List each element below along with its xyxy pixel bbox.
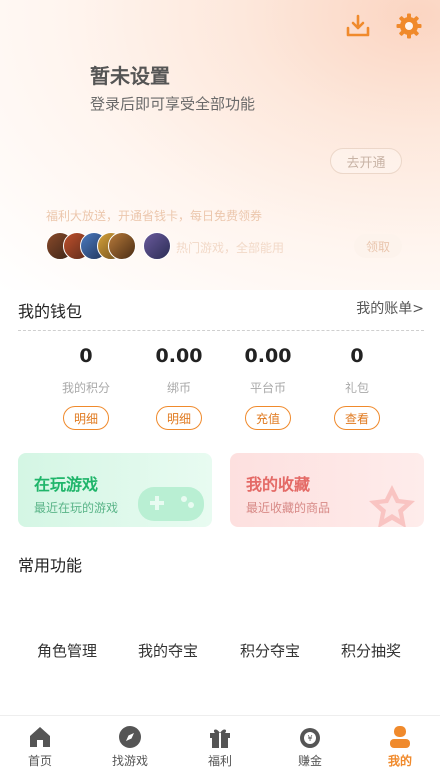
card-title: 在玩游戏 [34, 475, 99, 494]
stat-label: 礼包 [344, 381, 369, 395]
stat-label: 平台币 [249, 381, 286, 395]
svg-text:¥: ¥ [307, 734, 312, 743]
tab-home[interactable]: 首页 [10, 724, 70, 769]
points-treasure-link[interactable]: 积分夺宝 [240, 640, 300, 661]
star-icon [369, 485, 415, 527]
stat-value: 0 [79, 345, 93, 367]
bound-coins-detail-button[interactable]: 明细 [156, 406, 202, 430]
profile-header: 暂未设置 登录后即可享受全部功能 去开通 福利大放送，开通省钱卡，每日免费领券 … [0, 0, 440, 290]
points-lottery-link[interactable]: 积分抽奖 [341, 640, 401, 661]
tab-label: 福利 [207, 754, 232, 768]
gear-icon[interactable] [395, 12, 423, 40]
profile-subtitle: 登录后即可享受全部功能 [90, 95, 256, 113]
game-avatar [108, 232, 136, 260]
card-subtitle: 最近收藏的商品 [246, 501, 331, 515]
recharge-button[interactable]: 充值 [245, 406, 291, 430]
card-subtitle: 最近在玩的游戏 [34, 501, 119, 515]
tab-label: 我的 [387, 754, 412, 768]
gift-icon [207, 724, 233, 750]
stat-value: 0 [350, 345, 364, 367]
game-avatar [143, 232, 171, 260]
playing-games-card[interactable]: 在玩游戏 最近在玩的游戏 [18, 453, 212, 527]
game-avatars [46, 232, 136, 260]
tab-label: 首页 [27, 754, 52, 768]
view-gifts-button[interactable]: 查看 [334, 406, 380, 430]
stat-value: 0.00 [244, 345, 292, 367]
hot-games-text: 热门游戏，全部能用 [176, 241, 285, 255]
stat-value: 0.00 [155, 345, 203, 367]
divider [18, 330, 424, 331]
my-treasure-link[interactable]: 我的夺宝 [138, 640, 198, 661]
claim-button[interactable]: 领取 [354, 234, 402, 258]
tab-find-games[interactable]: 找游戏 [100, 724, 160, 769]
download-icon[interactable] [344, 12, 372, 40]
stat-label: 绑币 [166, 381, 191, 395]
tab-earn[interactable]: ¥ 赚金 [280, 724, 340, 769]
stat-bound-coins: 0.00 绑币 明细 [139, 345, 219, 430]
tab-mine[interactable]: 我的 [370, 724, 430, 769]
role-management-link[interactable]: 角色管理 [37, 640, 97, 661]
user-icon [387, 724, 413, 750]
stat-label: 我的积分 [61, 381, 110, 395]
open-vip-button[interactable]: 去开通 [330, 148, 402, 174]
tab-label: 找游戏 [111, 754, 148, 768]
favorites-card[interactable]: 我的收藏 最近收藏的商品 [230, 453, 424, 527]
bottom-tab-bar: 首页 找游戏 福利 ¥ 赚金 我的 [0, 715, 440, 770]
gamepad-icon [138, 487, 204, 521]
common-functions-title: 常用功能 [18, 556, 83, 575]
card-title: 我的收藏 [246, 475, 311, 494]
profile-name[interactable]: 暂未设置 [90, 60, 170, 89]
compass-icon [117, 724, 143, 750]
tab-welfare[interactable]: 福利 [190, 724, 250, 769]
stat-gift-packs: 0 礼包 查看 [317, 345, 397, 430]
tab-label: 赚金 [297, 754, 322, 768]
stat-points: 0 我的积分 明细 [46, 345, 126, 430]
bill-link[interactable]: 我的账单> [356, 298, 424, 318]
home-icon [27, 724, 53, 750]
points-detail-button[interactable]: 明细 [63, 406, 109, 430]
money-bag-icon: ¥ [297, 724, 323, 750]
wallet-title: 我的钱包 [18, 302, 83, 321]
stat-platform-coins: 0.00 平台币 充值 [228, 345, 308, 430]
vip-promo-text: 福利大放送，开通省钱卡，每日免费领券 [46, 209, 263, 223]
